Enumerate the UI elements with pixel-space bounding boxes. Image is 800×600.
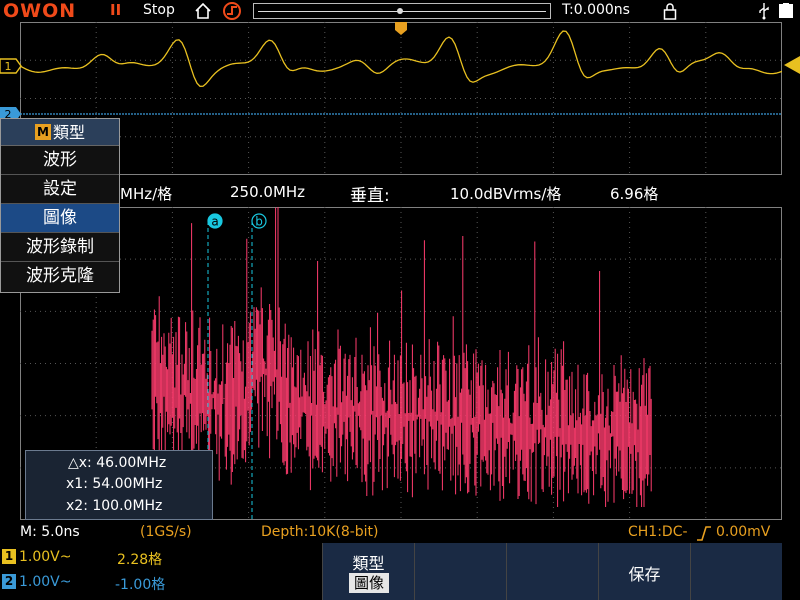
stop-icon: II — [110, 1, 122, 19]
softkey-type[interactable]: 類型 圖像 — [322, 543, 414, 600]
usb-icon — [759, 3, 769, 20]
softkey-save[interactable]: 保存 — [598, 543, 690, 600]
cursor-x1: x1: 54.00MHz — [66, 476, 163, 492]
menu-badge: M — [34, 124, 51, 140]
menu-title-text: 類型 — [52, 123, 85, 142]
ch2-offset: -1.00格 — [115, 577, 166, 593]
trigger-level-marker[interactable] — [782, 56, 800, 74]
menu-title: M 類型 — [1, 119, 119, 146]
acquisition-status-bar: M: 5.0ns (1GS/s) Depth:10K(8-bit) CH1:DC… — [0, 523, 800, 543]
softkey-type-label: 類型 — [352, 554, 385, 573]
bottom-control-bar: 1 1.00V~ 2.28格 2 1.00V~ -1.00格 類型 圖像 保存 — [0, 543, 800, 600]
position-marker[interactable] — [397, 8, 403, 14]
cursor-a-label: a — [211, 215, 218, 229]
graticule — [20, 22, 782, 175]
cursor-delta: △x: 46.00MHz — [68, 455, 167, 471]
svg-text:1: 1 — [5, 60, 12, 73]
ch1-scale: 1.00V~ — [19, 549, 72, 565]
fft-info-row: MHz/格 250.0MHz 垂直: 10.0dBVrms/格 6.96格 — [0, 180, 800, 206]
menu-item-image[interactable]: 圖像 — [1, 204, 119, 233]
brand-logo: OWON — [3, 0, 77, 22]
lock-icon — [663, 3, 677, 20]
softkey-save-label: 保存 — [628, 565, 661, 584]
trigger-mode-icon[interactable] — [222, 1, 242, 21]
menu-item-waveform-clone[interactable]: 波形克隆 — [1, 262, 119, 291]
home-icon[interactable] — [194, 2, 212, 20]
menu-item-waveform-record[interactable]: 波形錄制 — [1, 233, 119, 262]
battery-icon — [779, 3, 793, 18]
math-type-menu: M 類型 波形 設定 圖像 波形錄制 波形克隆 — [0, 118, 120, 293]
fft-vertical-position: 6.96格 — [610, 185, 659, 203]
ch1-info[interactable]: 1 1.00V~ 2.28格 — [2, 549, 162, 569]
softkey-empty-5[interactable] — [690, 543, 782, 600]
sample-rate-readout: (1GS/s) — [140, 524, 192, 540]
softkey-empty-2[interactable] — [414, 543, 506, 600]
trigger-position-marker[interactable] — [395, 22, 407, 35]
run-state-text: Stop — [143, 2, 175, 18]
trigger-source-readout: CH1:DC- — [628, 524, 688, 540]
ch1-trace — [20, 30, 782, 87]
top-status-bar: OWON II Stop T:0.000ns — [0, 0, 800, 22]
trigger-level-readout: 0.00mV — [716, 524, 771, 540]
softkey-empty-3[interactable] — [506, 543, 598, 600]
rising-edge-icon — [697, 526, 711, 541]
menu-item-settings[interactable]: 設定 — [1, 175, 119, 204]
fft-vertical-scale: 10.0dBVrms/格 — [450, 185, 562, 203]
fft-spectrum-trace — [151, 207, 652, 507]
fft-horizontal-scale: MHz/格 — [120, 185, 173, 203]
time-domain-waveform-area[interactable] — [20, 22, 782, 175]
softkey-type-value: 圖像 — [349, 573, 389, 593]
memory-depth-readout: Depth:10K(8-bit) — [261, 524, 379, 540]
memory-position-bar[interactable] — [253, 3, 551, 19]
ch1-position-marker[interactable]: 1 — [0, 58, 22, 74]
ch2-badge: 2 — [2, 574, 16, 589]
ch2-info[interactable]: 2 1.00V~ -1.00格 — [2, 574, 165, 594]
fft-center-frequency: 250.0MHz — [230, 183, 306, 201]
menu-item-waveform[interactable]: 波形 — [1, 146, 119, 175]
cursor-b-label: b — [255, 215, 263, 229]
ch1-offset: 2.28格 — [117, 552, 163, 568]
ch1-badge: 1 — [2, 549, 16, 564]
fft-vertical-label: 垂直: — [350, 186, 390, 206]
timebase-readout: M: 5.0ns — [20, 524, 80, 540]
time-offset-readout: T:0.000ns — [562, 2, 630, 18]
cursor-x2: x2: 100.0MHz — [66, 498, 163, 514]
ch2-scale: 1.00V~ — [19, 574, 72, 590]
cursor-readout-panel: △x: 46.00MHz x1: 54.00MHz x2: 100.0MHz — [25, 450, 213, 520]
